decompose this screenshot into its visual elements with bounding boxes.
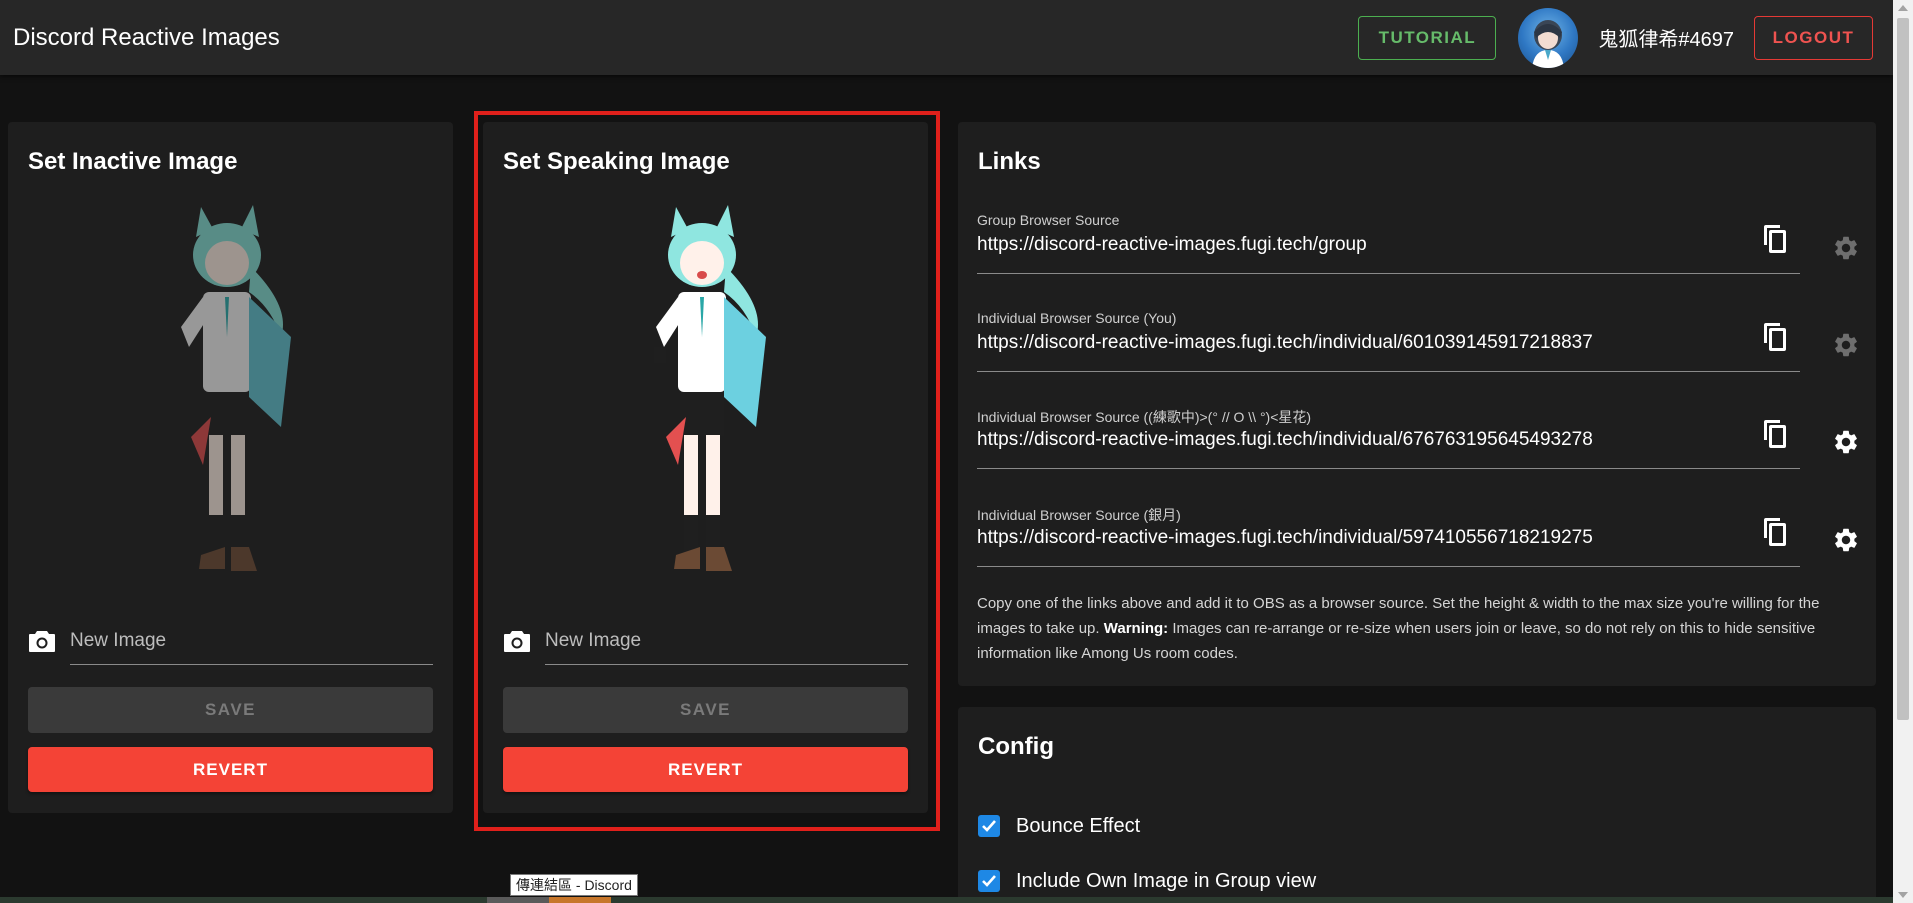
- copy-icon[interactable]: [1762, 517, 1788, 547]
- gear-icon[interactable]: [1832, 428, 1860, 456]
- link-label: Individual Browser Source (You): [977, 310, 1177, 326]
- link-url[interactable]: https://discord-reactive-images.fugi.tec…: [977, 234, 1800, 274]
- check-icon: [982, 820, 996, 832]
- page-scrollbar[interactable]: [1893, 0, 1913, 903]
- bounce-effect-option[interactable]: Bounce Effect: [978, 811, 1140, 841]
- highlight-box: [474, 111, 940, 831]
- taskbar-tooltip: 傳連結區 - Discord: [510, 874, 638, 896]
- appbar-actions: TUTORIAL 鬼狐律希#4697 LOGOUT: [1358, 7, 1873, 68]
- links-title: Links: [978, 148, 1041, 175]
- inactive-file-input[interactable]: New Image: [70, 617, 433, 665]
- inactive-revert-button[interactable]: REVERT: [28, 747, 433, 792]
- config-card: Config Bounce Effect Include Own Image i…: [958, 707, 1876, 903]
- info-warning: Warning:: [1103, 620, 1169, 637]
- app-bar: Discord Reactive Images TUTORIAL 鬼狐律希#46…: [0, 0, 1893, 75]
- scroll-thumb[interactable]: [1897, 18, 1909, 720]
- taskbar-item[interactable]: [549, 897, 611, 903]
- link-url[interactable]: https://discord-reactive-images.fugi.tec…: [977, 332, 1800, 372]
- link-url[interactable]: https://discord-reactive-images.fugi.tec…: [977, 527, 1800, 567]
- bounce-effect-checkbox[interactable]: [978, 815, 1000, 837]
- tutorial-button[interactable]: TUTORIAL: [1358, 15, 1497, 60]
- username: 鬼狐律希#4697: [1598, 29, 1734, 51]
- link-label: Individual Browser Source ((練歌中)>(° // Ο…: [977, 409, 1312, 425]
- link-url[interactable]: https://discord-reactive-images.fugi.tec…: [977, 429, 1800, 469]
- scroll-down-icon[interactable]: [1898, 892, 1908, 898]
- link-row-you: Individual Browser Source (You) https://…: [977, 310, 1800, 380]
- bounce-effect-label: Bounce Effect: [1016, 814, 1141, 837]
- copy-icon[interactable]: [1762, 322, 1788, 352]
- avatar[interactable]: [1518, 7, 1579, 68]
- app-title: Discord Reactive Images: [13, 23, 280, 51]
- include-own-image-checkbox[interactable]: [978, 870, 1000, 892]
- avatar-image: [1532, 19, 1565, 68]
- links-card: Links Group Browser Source https://disco…: [958, 122, 1876, 686]
- link-row-user3: Individual Browser Source (銀月) https://d…: [977, 505, 1800, 575]
- gear-icon: [1835, 236, 1857, 260]
- inactive-character-image: [178, 205, 291, 571]
- inactive-card-title: Set Inactive Image: [28, 148, 238, 175]
- config-title: Config: [978, 733, 1054, 760]
- inactive-image-preview: [8, 197, 453, 607]
- link-label: Group Browser Source: [977, 212, 1120, 228]
- include-own-image-option[interactable]: Include Own Image in Group view: [978, 866, 1316, 896]
- inactive-image-card: Set Inactive Image New Image SAVE REVERT: [8, 122, 453, 813]
- copy-icon[interactable]: [1762, 419, 1788, 449]
- include-own-image-label: Include Own Image in Group view: [1016, 869, 1317, 892]
- link-row-group: Group Browser Source https://discord-rea…: [977, 212, 1800, 282]
- taskbar: [0, 897, 1893, 903]
- taskbar-item[interactable]: [487, 897, 549, 903]
- logout-button[interactable]: LOGOUT: [1754, 15, 1873, 60]
- inactive-file-row: New Image: [28, 617, 433, 665]
- gear-icon[interactable]: [1832, 526, 1860, 554]
- inactive-save-button[interactable]: SAVE: [28, 687, 433, 733]
- link-label: Individual Browser Source (銀月): [977, 507, 1181, 523]
- link-row-user2: Individual Browser Source ((練歌中)>(° // Ο…: [977, 407, 1800, 477]
- copy-icon[interactable]: [1762, 224, 1788, 254]
- check-icon: [982, 875, 996, 887]
- links-info-text: Copy one of the links above and add it t…: [977, 591, 1852, 666]
- scroll-up-icon[interactable]: [1898, 5, 1908, 11]
- camera-icon[interactable]: [28, 629, 56, 653]
- gear-icon: [1835, 333, 1857, 357]
